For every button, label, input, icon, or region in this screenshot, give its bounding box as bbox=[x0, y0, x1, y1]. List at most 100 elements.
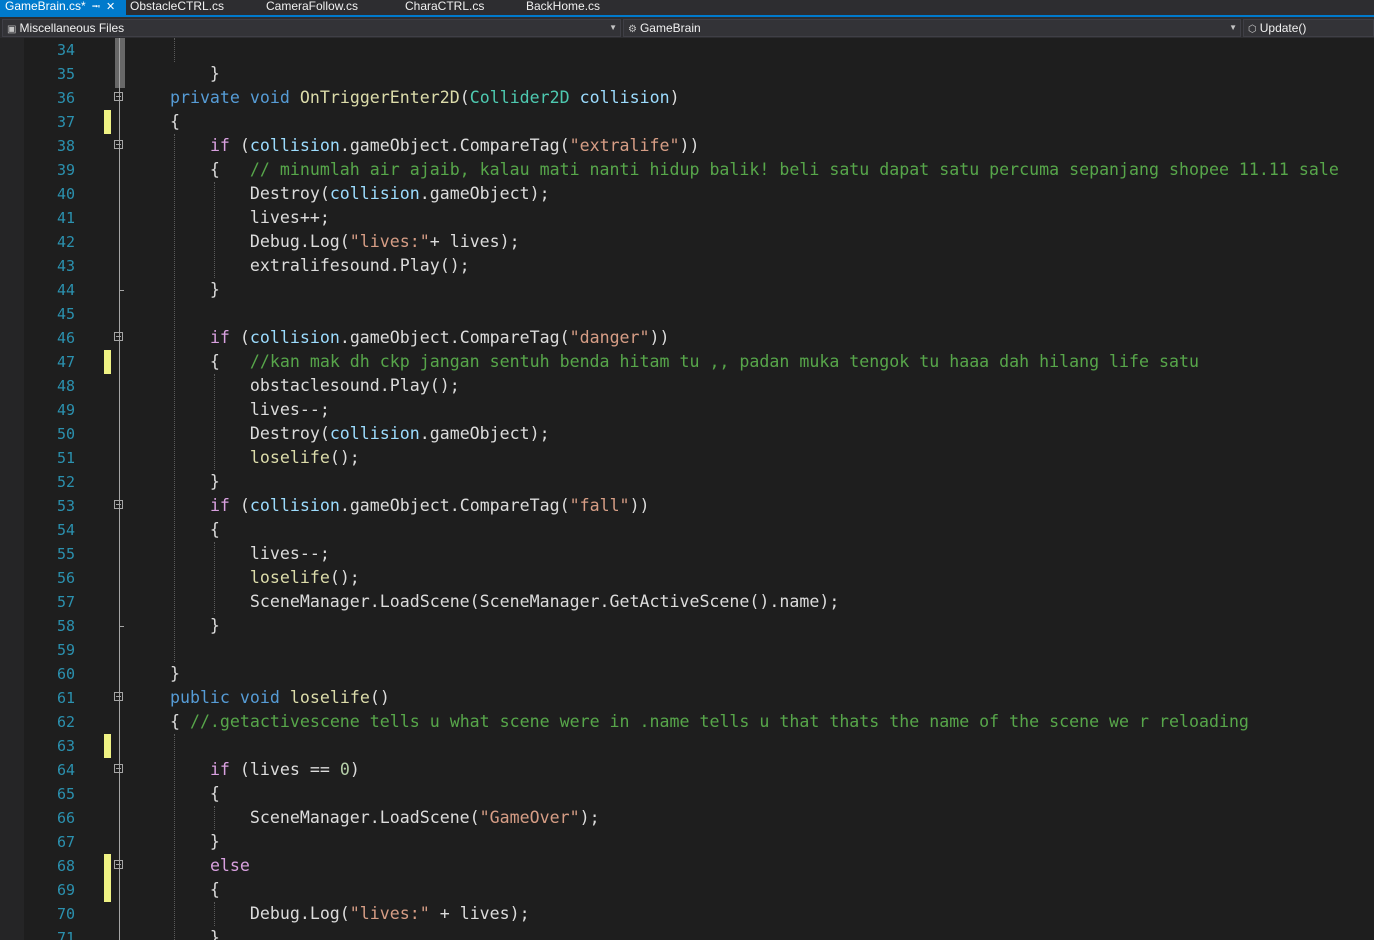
csharp-file-icon: ▣ bbox=[7, 24, 17, 35]
code-text: Destroy(collision.gameObject); bbox=[130, 424, 550, 443]
code-line[interactable]: 57 SceneManager.LoadScene(SceneManager.G… bbox=[0, 590, 1374, 614]
code-text: if (collision.gameObject.CompareTag("dan… bbox=[209, 328, 670, 347]
code-line[interactable]: 43 extralifesound.Play(); bbox=[0, 254, 1374, 278]
code-line[interactable]: 65 { bbox=[0, 782, 1374, 806]
line-number: 56 bbox=[56, 569, 75, 587]
change-marker bbox=[104, 350, 111, 374]
change-marker bbox=[104, 878, 111, 902]
line-number: 65 bbox=[56, 785, 75, 803]
code-line[interactable]: 34 bbox=[0, 38, 1374, 62]
line-number: 67 bbox=[56, 833, 75, 851]
code-line[interactable]: 70 Debug.Log("lives:" + lives); bbox=[0, 902, 1374, 926]
tab-camerafollow[interactable]: CameraFollow.cs bbox=[266, 0, 358, 15]
outline-end-tick bbox=[119, 626, 124, 627]
line-number: 49 bbox=[56, 401, 75, 419]
tab-obstaclectrl[interactable]: ObstacleCTRL.cs bbox=[130, 0, 224, 15]
code-text: lives--; bbox=[130, 544, 330, 563]
code-text: { bbox=[130, 112, 180, 131]
line-number: 59 bbox=[56, 641, 75, 659]
tab-charactrl[interactable]: CharaCTRL.cs bbox=[405, 0, 484, 15]
code-line[interactable]: 54 { bbox=[0, 518, 1374, 542]
code-text: Destroy(collision.gameObject); bbox=[130, 184, 550, 203]
code-line[interactable]: 67 } bbox=[0, 830, 1374, 854]
member-dropdown[interactable]: ⬡ Update() bbox=[1243, 19, 1374, 37]
code-text: } bbox=[130, 664, 180, 683]
close-icon[interactable]: ✕ bbox=[106, 1, 115, 14]
code-line[interactable]: 37 { bbox=[0, 110, 1374, 134]
code-line[interactable]: 71 } bbox=[0, 926, 1374, 940]
line-number: 35 bbox=[56, 65, 75, 83]
code-text: SceneManager.LoadScene(SceneManager.GetA… bbox=[130, 592, 840, 611]
code-line[interactable]: 48 obstaclesound.Play(); bbox=[0, 374, 1374, 398]
code-text: if (collision.gameObject.CompareTag("ext… bbox=[209, 136, 700, 155]
line-number: 63 bbox=[56, 737, 75, 755]
code-line[interactable]: 36 private void OnTriggerEnter2D(Collide… bbox=[0, 86, 1374, 110]
code-line[interactable]: 66 SceneManager.LoadScene("GameOver"); bbox=[0, 806, 1374, 830]
project-dropdown[interactable]: ▣ Miscellaneous Files ▼ bbox=[2, 19, 621, 37]
code-editor[interactable]: 34 35 } 36 private void OnTriggerEnter2D(C… bbox=[0, 38, 1374, 940]
code-text: extralifesound.Play(); bbox=[130, 256, 470, 275]
code-line[interactable]: 68 else bbox=[0, 854, 1374, 878]
code-line[interactable]: 35 } bbox=[0, 62, 1374, 86]
line-number: 61 bbox=[56, 689, 75, 707]
code-line[interactable]: 61 public void loselife() bbox=[0, 686, 1374, 710]
code-line[interactable]: 39 { // minumlah air ajaib, kalau mati n… bbox=[0, 158, 1374, 182]
line-number: 52 bbox=[56, 473, 75, 491]
code-line[interactable]: 62 { //.getactivescene tells u what scen… bbox=[0, 710, 1374, 734]
change-marker bbox=[104, 110, 111, 134]
code-text: { //kan mak dh ckp jangan sentuh benda h… bbox=[130, 352, 1199, 371]
line-number: 54 bbox=[56, 521, 75, 539]
code-line[interactable]: 40 Destroy(collision.gameObject); bbox=[0, 182, 1374, 206]
code-line[interactable]: 50 Destroy(collision.gameObject); bbox=[0, 422, 1374, 446]
line-number: 71 bbox=[56, 929, 75, 940]
tab-backhome[interactable]: BackHome.cs bbox=[526, 0, 600, 15]
code-text: if (collision.gameObject.CompareTag("fal… bbox=[209, 496, 650, 515]
code-line[interactable]: 45 bbox=[0, 302, 1374, 326]
code-line[interactable]: 47 { //kan mak dh ckp jangan sentuh bend… bbox=[0, 350, 1374, 374]
code-text: private void OnTriggerEnter2D(Collider2D… bbox=[169, 88, 680, 107]
outline-line bbox=[119, 38, 120, 940]
line-number: 53 bbox=[56, 497, 75, 515]
line-number: 39 bbox=[56, 161, 75, 179]
class-icon: ⚙ bbox=[628, 24, 637, 35]
code-line[interactable]: 56 loselife(); bbox=[0, 566, 1374, 590]
code-line[interactable]: 69 { bbox=[0, 878, 1374, 902]
method-icon: ⬡ bbox=[1248, 24, 1257, 35]
indent-guide bbox=[174, 134, 175, 662]
code-line[interactable]: 63 bbox=[0, 734, 1374, 758]
tab-label: CharaCTRL.cs bbox=[405, 0, 485, 13]
code-text: loselife(); bbox=[249, 448, 360, 467]
line-number: 42 bbox=[56, 233, 75, 251]
code-line[interactable]: 55 lives--; bbox=[0, 542, 1374, 566]
code-text: else bbox=[209, 856, 250, 875]
change-marker bbox=[104, 854, 111, 878]
tab-gamebrain[interactable]: GameBrain.cs* ⭲ ✕ bbox=[0, 0, 126, 15]
code-line[interactable]: 53 if (collision.gameObject.CompareTag("… bbox=[0, 494, 1374, 518]
code-line[interactable]: 44 } bbox=[0, 278, 1374, 302]
code-line[interactable]: 59 bbox=[0, 638, 1374, 662]
chevron-down-icon[interactable]: ▼ bbox=[1229, 20, 1237, 36]
tab-label: BackHome.cs bbox=[526, 0, 601, 13]
tab-label: GameBrain.cs* bbox=[5, 0, 86, 13]
code-line[interactable]: 51 loselife(); bbox=[0, 446, 1374, 470]
indent-guide bbox=[174, 38, 175, 62]
line-number: 66 bbox=[56, 809, 75, 827]
line-number: 46 bbox=[56, 329, 75, 347]
code-line[interactable]: 46 if (collision.gameObject.CompareTag("… bbox=[0, 326, 1374, 350]
indent-guide bbox=[214, 806, 215, 830]
code-line[interactable]: 42 Debug.Log("lives:"+ lives); bbox=[0, 230, 1374, 254]
chevron-down-icon[interactable]: ▼ bbox=[609, 20, 617, 36]
code-line[interactable]: 38 if (collision.gameObject.CompareTag("… bbox=[0, 134, 1374, 158]
code-line[interactable]: 41 lives++; bbox=[0, 206, 1374, 230]
pin-icon[interactable]: ⭲ bbox=[92, 1, 100, 14]
code-line[interactable]: 64 if (lives == 0) bbox=[0, 758, 1374, 782]
code-line[interactable]: 52 } bbox=[0, 470, 1374, 494]
code-line[interactable]: 58 } bbox=[0, 614, 1374, 638]
code-line[interactable]: 49 lives--; bbox=[0, 398, 1374, 422]
line-number: 51 bbox=[56, 449, 75, 467]
type-dropdown[interactable]: ⚙ GameBrain ▼ bbox=[623, 19, 1241, 37]
line-number: 45 bbox=[56, 305, 75, 323]
code-text: loselife(); bbox=[249, 568, 360, 587]
code-line[interactable]: 60 } bbox=[0, 662, 1374, 686]
line-number: 41 bbox=[56, 209, 75, 227]
